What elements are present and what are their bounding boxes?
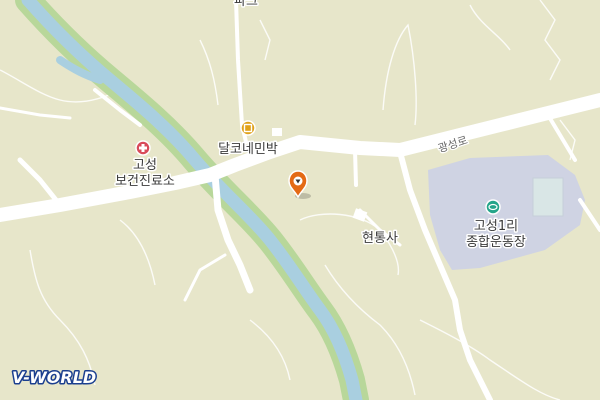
stadium-icon [485,199,501,215]
place-label-line2: 종합운동장 [466,235,526,250]
place-label-line2: 보건진료소 [115,174,175,189]
place-label-line1: 고성 [133,158,157,173]
partial-place-label: 파크 [234,0,258,9]
brand-text: V-WORLD [12,368,96,387]
hospital-cross-h [139,146,147,150]
map-canvas[interactable]: 파크 고성 보건진료소 달코네민박 광성로 현통사 고성1리 종합운동장 V-W… [0,0,600,400]
place-label: 달코네민박 [218,142,278,157]
building [272,128,282,136]
lodging-icon [240,120,256,136]
side-road-temple [353,148,358,187]
stadium-field [532,177,564,217]
place-label-line1: 고성1리 [474,219,518,234]
brand-logo: V-WORLD [11,367,98,389]
place-temple[interactable]: 현통사 [361,230,400,248]
place-label: 현통사 [362,231,398,246]
